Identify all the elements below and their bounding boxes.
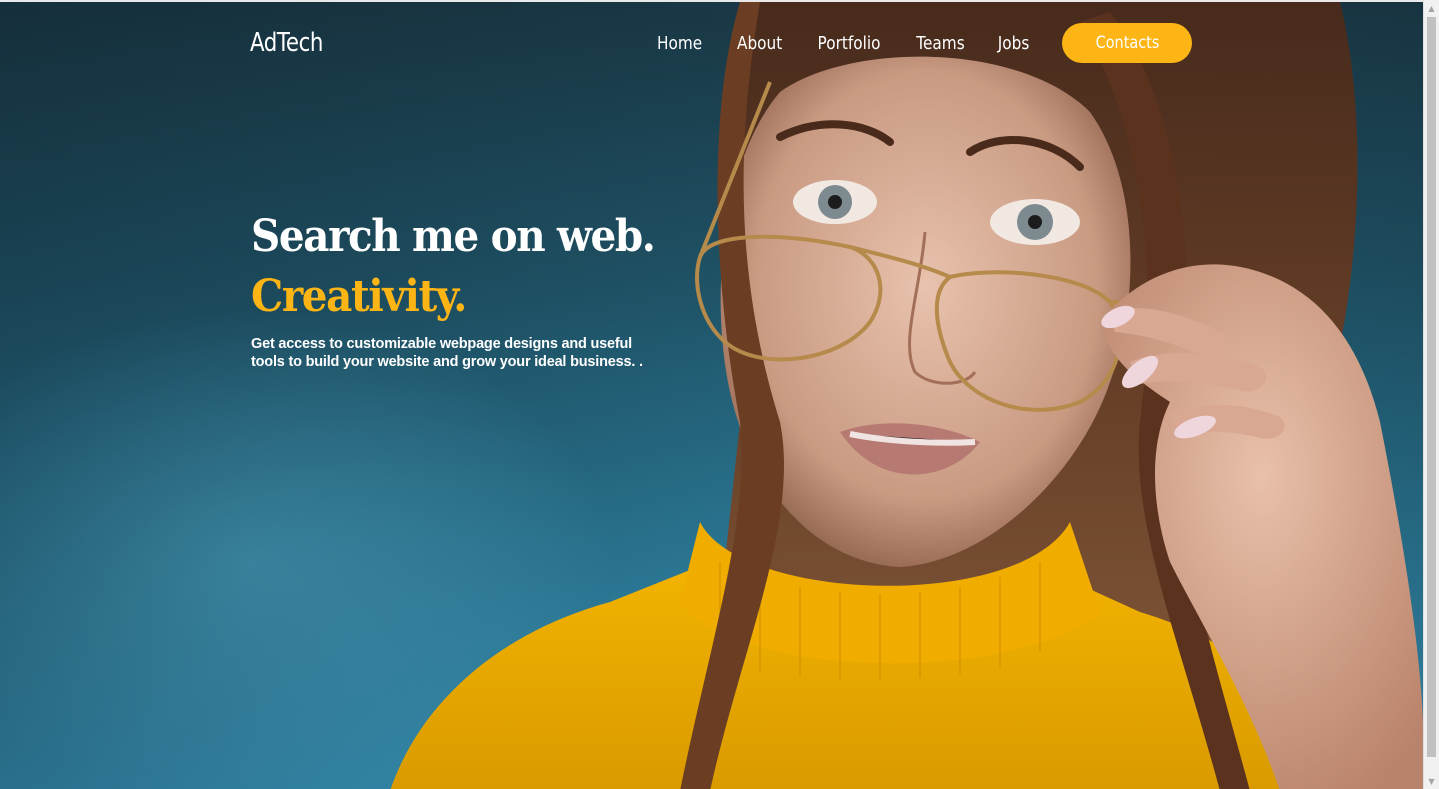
hero-headline: Search me on web. [251, 211, 656, 262]
hero-portrait-image [380, 2, 1423, 789]
nav-link-jobs[interactable]: Jobs [998, 33, 1030, 54]
scrollbar-thumb[interactable] [1427, 17, 1436, 757]
hero-subtext: Get access to customizable webpage desig… [251, 336, 643, 370]
scroll-up-icon[interactable]: ▲ [1424, 0, 1439, 16]
hero-accent-headline: Creativity. [251, 271, 467, 322]
nav-link-portfolio[interactable]: Portfolio [817, 33, 880, 54]
page-scrollbar[interactable]: ▲ ▼ [1423, 0, 1439, 789]
top-navbar: AdTech Home About Portfolio Teams Jobs C… [250, 22, 1192, 64]
page-viewport: AdTech Home About Portfolio Teams Jobs C… [0, 0, 1423, 789]
nav-link-about[interactable]: About [737, 33, 782, 54]
nav-link-home[interactable]: Home [657, 33, 702, 54]
scroll-down-icon[interactable]: ▼ [1424, 773, 1439, 789]
nav-link-teams[interactable]: Teams [916, 33, 964, 54]
brand-logo[interactable]: AdTech [250, 28, 323, 58]
contacts-button[interactable]: Contacts [1062, 23, 1192, 63]
hero-text-block: Search me on web. Creativity. Get access… [251, 207, 691, 371]
nav-links: Home About Portfolio Teams Jobs Contacts [627, 23, 1192, 63]
contacts-button-label: Contacts [1095, 33, 1159, 53]
